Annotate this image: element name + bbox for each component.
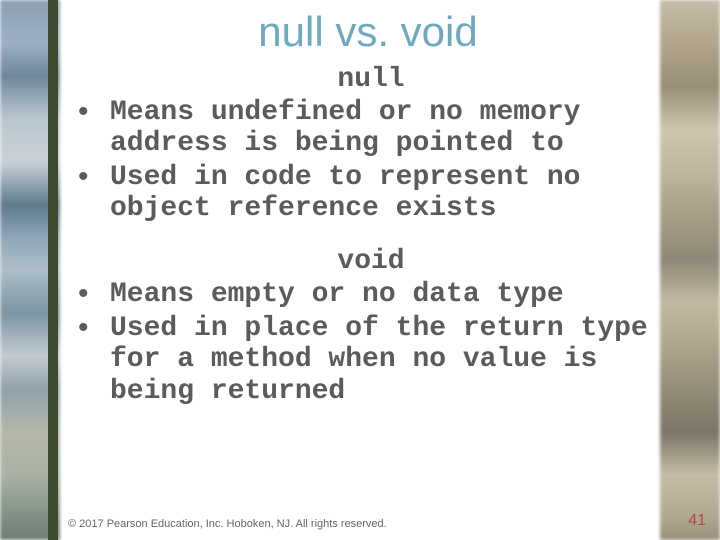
list-item: Means empty or no data type [76, 279, 672, 310]
section-null-heading: null [70, 64, 672, 95]
section-null-list: Means undefined or no memory address is … [76, 97, 672, 224]
page-title: null vs. void [64, 8, 672, 56]
list-item: Means undefined or no memory address is … [76, 97, 672, 160]
page-number: 41 [688, 512, 706, 530]
copyright-footer: © 2017 Pearson Education, Inc. Hoboken, … [68, 518, 387, 530]
section-void: void Means empty or no data type Used in… [70, 246, 672, 406]
slide: null vs. void null Means undefined or no… [0, 0, 720, 540]
section-null: null Means undefined or no memory addres… [70, 64, 672, 224]
list-item: Used in code to represent no object refe… [76, 162, 672, 225]
section-void-list: Means empty or no data type Used in plac… [76, 279, 672, 406]
content-area: null vs. void null Means undefined or no… [64, 0, 672, 540]
accent-vertical-bar [48, 0, 58, 540]
section-void-heading: void [70, 246, 672, 277]
list-item: Used in place of the return type for a m… [76, 313, 672, 407]
